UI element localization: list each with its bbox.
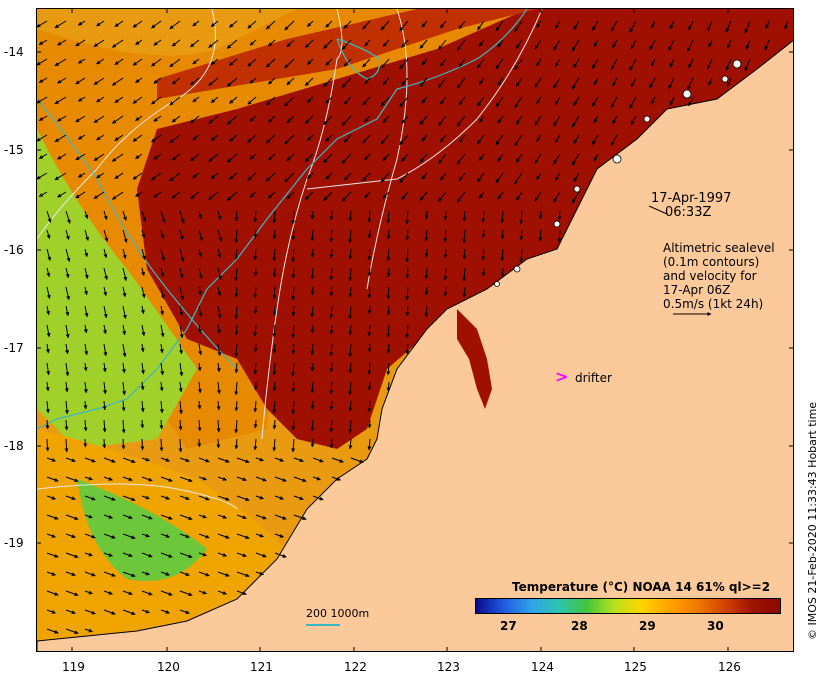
info-line: and velocity for	[663, 269, 757, 283]
velocity-arrow	[45, 419, 50, 430]
velocity-arrow	[216, 438, 221, 449]
velocity-arrow	[424, 210, 429, 220]
velocity-arrow	[367, 229, 372, 239]
time-text: 06:33Z	[665, 205, 712, 220]
lat-tick-label: -19	[4, 536, 24, 550]
velocity-arrow	[481, 229, 486, 239]
velocity-arrow	[140, 438, 145, 451]
velocity-arrow	[367, 267, 372, 277]
velocity-arrow	[310, 400, 315, 410]
temperature-colorbar	[475, 598, 781, 614]
drifter-marker: >	[555, 367, 568, 386]
lat-tick-label: -18	[4, 439, 24, 453]
velocity-arrow	[424, 286, 429, 296]
velocity-arrow	[253, 229, 258, 239]
velocity-arrow	[310, 286, 315, 296]
velocity-arrow	[83, 438, 88, 448]
drifter-label: drifter	[575, 371, 612, 385]
altimetry-info: Altimetric sealevel (0.1m contours) and …	[663, 241, 775, 311]
credit-text: © IMOS 21-Feb-2020 11:33:43 Hobart time	[806, 401, 819, 640]
info-line: (0.1m contours)	[663, 255, 760, 269]
info-line: 0.5m/s (1kt 24h)	[663, 297, 764, 311]
lat-tick-label: -17	[4, 341, 24, 355]
isobath-scale-line	[306, 624, 340, 626]
lon-tick-label: 119	[62, 660, 85, 674]
velocity-arrow	[310, 324, 315, 334]
sst-map: > 17-Apr-1997 06:33Z Altimetric sealevel…	[36, 8, 794, 652]
lon-tick-label: 125	[624, 660, 647, 674]
info-line: Altimetric sealevel	[663, 241, 775, 255]
velocity-arrow	[253, 381, 258, 391]
velocity-arrow	[310, 362, 315, 372]
velocity-arrow	[310, 438, 315, 448]
velocity-arrow	[64, 438, 69, 453]
date-text: 17-Apr-1997	[651, 191, 732, 206]
lon-tick-label: 122	[344, 660, 367, 674]
velocity-arrow	[121, 438, 126, 450]
lon-tick-label: 126	[718, 660, 741, 674]
colorbar-tick: 27	[500, 619, 517, 633]
datetime-label: 17-Apr-1997 06:33Z	[651, 192, 731, 220]
isobath-scale-label: 200 1000m	[306, 607, 370, 620]
velocity-arrow	[367, 381, 372, 391]
velocity-arrow	[424, 248, 429, 258]
velocity-arrow	[45, 438, 50, 452]
velocity-arrow	[367, 343, 372, 353]
lon-tick-label: 121	[250, 660, 273, 674]
velocity-arrow	[310, 210, 315, 220]
lat-tick-label: -14	[4, 45, 24, 59]
velocity-arrow	[159, 419, 164, 430]
colorbar-tick: 29	[639, 619, 656, 633]
velocity-arrow	[178, 438, 183, 453]
velocity-arrow	[367, 419, 372, 429]
velocity-arrow	[102, 438, 107, 449]
velocity-arrow	[310, 248, 315, 258]
velocity-arrow	[159, 438, 164, 452]
velocity-arrow	[197, 438, 202, 448]
velocity-arrow	[481, 267, 486, 277]
lat-tick-label: -16	[4, 243, 24, 257]
lat-tick-label: -15	[4, 143, 24, 157]
velocity-arrow	[253, 305, 258, 315]
colorbar-tick: 30	[707, 619, 724, 633]
colorbar-tick: 28	[571, 619, 588, 633]
velocity-arrow	[253, 343, 258, 353]
lon-tick-label: 120	[157, 660, 180, 674]
velocity-arrow	[367, 305, 372, 315]
info-line: 17-Apr 06Z	[663, 283, 731, 297]
velocity-arrow	[253, 419, 258, 429]
colorbar-title: Temperature (°C) NOAA 14 61% ql>=2	[512, 580, 771, 594]
velocity-arrow	[140, 419, 145, 429]
lon-tick-label: 124	[531, 660, 554, 674]
velocity-arrow	[253, 267, 258, 277]
lon-tick-label: 123	[437, 660, 460, 674]
velocity-arrow	[538, 210, 543, 220]
